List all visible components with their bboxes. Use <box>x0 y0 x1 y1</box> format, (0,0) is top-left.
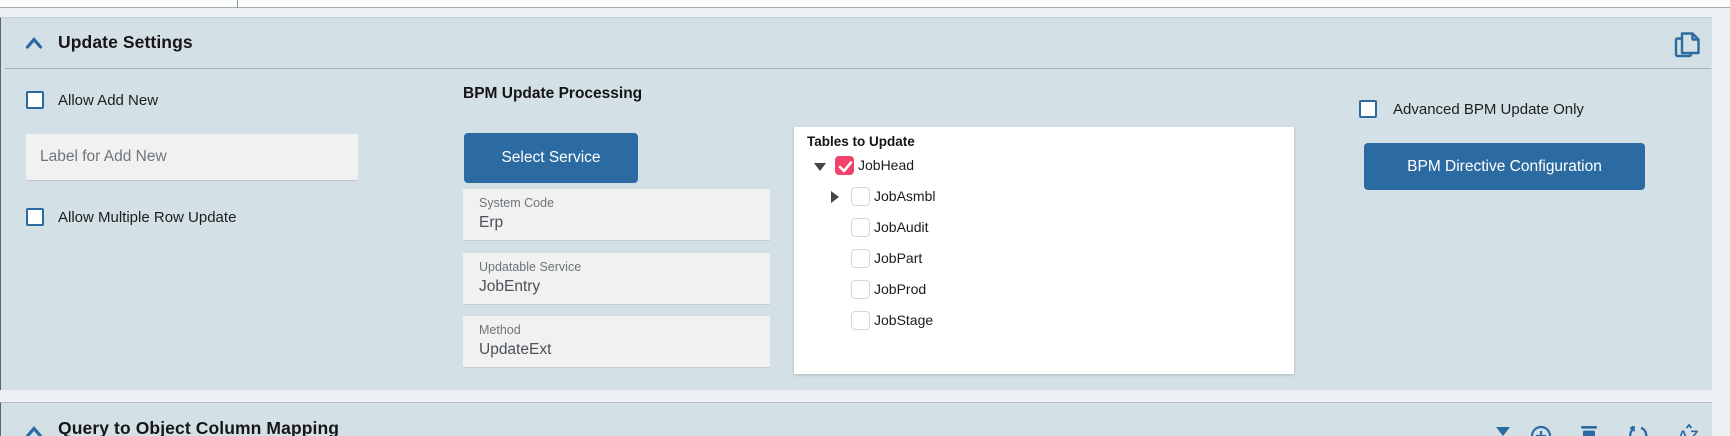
tree-item-jobasmbl[interactable]: JobAsmbl <box>794 184 1294 214</box>
jobstage-checkbox[interactable] <box>851 311 870 330</box>
bpm-update-processing-heading: BPM Update Processing <box>463 85 643 102</box>
expand-arrow-icon[interactable] <box>831 191 839 203</box>
tree-item-label: JobPart <box>874 250 923 266</box>
jobaudit-checkbox[interactable] <box>851 218 870 237</box>
svg-text:A: A <box>1678 427 1688 436</box>
tree-item-jobstage[interactable]: JobStage <box>794 308 1294 338</box>
allow-add-new-label: Allow Add New <box>58 92 159 109</box>
method-value: UpdateExt <box>479 341 552 358</box>
jobpart-checkbox[interactable] <box>851 249 870 268</box>
advanced-bpm-update-only-checkbox[interactable] <box>1359 100 1377 118</box>
query-mapping-panel: Query to Object Column Mapping A Z <box>0 402 1712 436</box>
jobprod-checkbox[interactable] <box>851 280 870 299</box>
tree-item-label: JobStage <box>874 312 934 328</box>
tree-item-label: JobHead <box>858 157 915 173</box>
method-field[interactable]: Method UpdateExt <box>463 316 770 367</box>
refresh-icon[interactable] <box>1629 426 1649 436</box>
update-settings-panel: Update Settings Allow Add New Allow Mult… <box>0 17 1712 390</box>
allow-multiple-row-update-label: Allow Multiple Row Update <box>58 209 237 226</box>
top-strip-divider <box>237 0 238 8</box>
updatable-service-field[interactable]: Updatable Service JobEntry <box>463 253 770 304</box>
tree-item-jobhead[interactable]: JobHead <box>794 153 1294 183</box>
system-code-field[interactable]: System Code Erp <box>463 189 770 240</box>
select-service-button[interactable]: Select Service <box>464 133 638 183</box>
tree-item-label: JobAsmbl <box>874 188 936 204</box>
jobhead-checkbox-checked[interactable] <box>835 156 854 175</box>
tables-to-update-heading: Tables to Update <box>807 134 915 149</box>
copy-icon[interactable] <box>1672 31 1704 61</box>
sort-az-icon[interactable]: A Z <box>1678 424 1704 436</box>
tables-to-update-panel: Tables to Update JobHead JobAsmbl JobAud… <box>794 127 1294 374</box>
tree-item-jobprod[interactable]: JobProd <box>794 277 1294 307</box>
allow-add-new-checkbox[interactable] <box>26 91 44 109</box>
add-icon[interactable] <box>1530 425 1552 436</box>
tree-item-label: JobAudit <box>874 219 929 235</box>
system-code-value: Erp <box>479 214 504 231</box>
delete-icon[interactable] <box>1580 426 1598 436</box>
collapse-chevron-up-icon[interactable] <box>25 425 43 436</box>
collapse-arrow-icon[interactable] <box>814 163 826 171</box>
filter-icon[interactable] <box>1495 426 1511 436</box>
tree-item-jobpart[interactable]: JobPart <box>794 246 1294 276</box>
section-title: Update Settings <box>58 32 193 52</box>
updatable-service-label: Updatable Service <box>479 260 582 274</box>
tree-item-label: JobProd <box>874 281 927 297</box>
updatable-service-value: JobEntry <box>479 278 541 295</box>
method-label: Method <box>479 323 521 337</box>
allow-multiple-row-update-checkbox[interactable] <box>26 208 44 226</box>
tree-item-jobaudit[interactable]: JobAudit <box>794 215 1294 245</box>
system-code-label: System Code <box>479 196 555 210</box>
bpm-directive-configuration-button[interactable]: BPM Directive Configuration <box>1364 143 1645 190</box>
section-title: Query to Object Column Mapping <box>58 418 340 436</box>
collapse-chevron-up-icon[interactable] <box>25 36 43 50</box>
label-for-add-new-input[interactable] <box>26 134 358 180</box>
jobasmbl-checkbox[interactable] <box>851 187 870 206</box>
advanced-bpm-update-only-label: Advanced BPM Update Only <box>1393 101 1584 118</box>
svg-text:Z: Z <box>1690 427 1699 436</box>
header-divider <box>5 68 1711 69</box>
top-strip <box>0 0 1730 8</box>
